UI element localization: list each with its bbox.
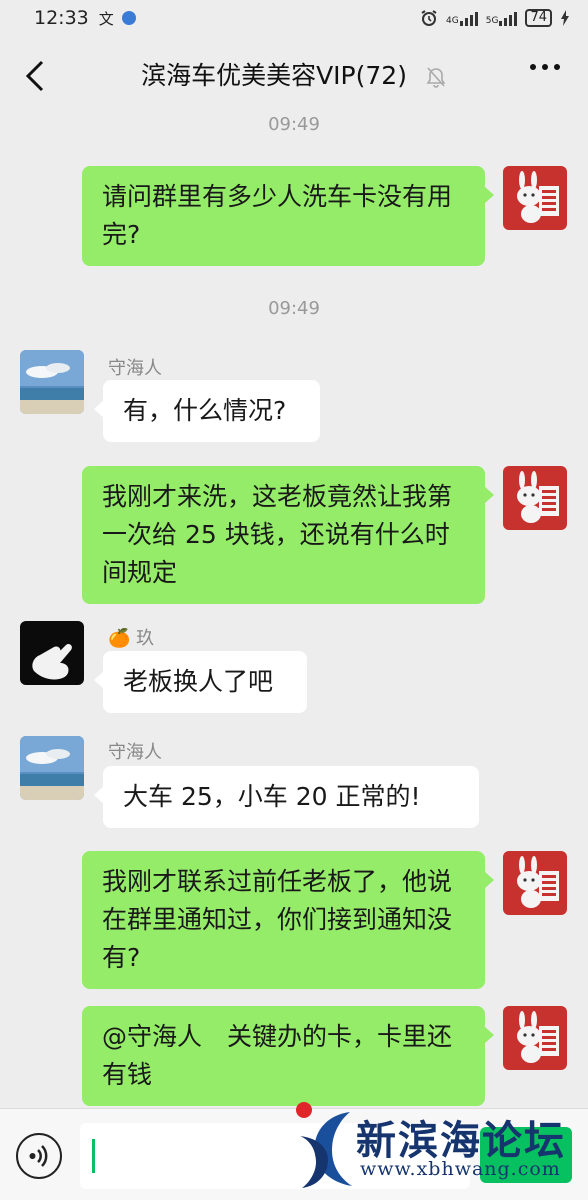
site-watermark: 新滨海论坛 www.xbhwang.com (290, 1100, 588, 1200)
status-bar: 12:33 文 4G 5G 74 (0, 0, 588, 36)
my-avatar[interactable] (503, 166, 567, 230)
battery-icon: 74 (525, 9, 552, 27)
chat-title: 滨海车优美美容VIP(72) (141, 61, 407, 90)
my-avatar[interactable] (503, 851, 567, 915)
sender-avatar-shouhairen[interactable] (20, 736, 84, 800)
app-notification-icon (121, 11, 136, 25)
charging-icon (561, 10, 569, 26)
chat-header: 滨海车优美美容VIP(72) (0, 36, 588, 116)
sender-name: 守海人 (108, 742, 162, 763)
message-timestamp: 09:49 (268, 114, 320, 135)
sender-name: 🍊 玖 (108, 628, 155, 649)
message-bubble-received[interactable]: 老板换人了吧 (94, 651, 307, 713)
sender-emoji: 🍊 (108, 628, 131, 649)
my-avatar[interactable] (503, 1006, 567, 1070)
message-bubble-sent[interactable]: 我刚才联系过前任老板了，他说在群里通知过，你们接到通知没有? (82, 851, 494, 989)
voice-input-button[interactable] (16, 1133, 62, 1179)
voice-wave-icon (29, 1145, 48, 1167)
site-logo-icon (296, 1102, 352, 1188)
status-time: 12:33 (34, 7, 89, 29)
input-method-icon: 文 (98, 9, 114, 28)
message-bubble-sent[interactable]: 请问群里有多少人洗车卡没有用完? (82, 166, 494, 266)
message-bubble-received[interactable]: 有，什么情况? (94, 380, 320, 442)
alarm-icon (421, 10, 437, 26)
signal-4g-icon: 4G (446, 10, 478, 26)
watermark-url: www.xbhwang.com (360, 1158, 561, 1180)
message-bubble-sent[interactable]: @守海人 关键办的卡，卡里还有钱 (82, 1006, 494, 1106)
sender-avatar-jiu[interactable] (20, 621, 84, 685)
message-timestamp: 09:49 (268, 298, 320, 319)
sender-avatar-shouhairen[interactable] (20, 350, 84, 414)
mute-bell-icon (426, 67, 446, 88)
signal-5g-icon: 5G (486, 10, 518, 26)
sender-name: 守海人 (108, 358, 162, 379)
message-bubble-sent[interactable]: 我刚才来洗，这老板竟然让我第一次给 25 块钱，还说有什么时间规定 (82, 466, 494, 604)
more-options-button[interactable] (530, 64, 560, 70)
text-caret (92, 1139, 95, 1173)
my-avatar[interactable] (503, 466, 567, 530)
message-bubble-received[interactable]: 大车 25，小车 20 正常的! (94, 766, 479, 828)
